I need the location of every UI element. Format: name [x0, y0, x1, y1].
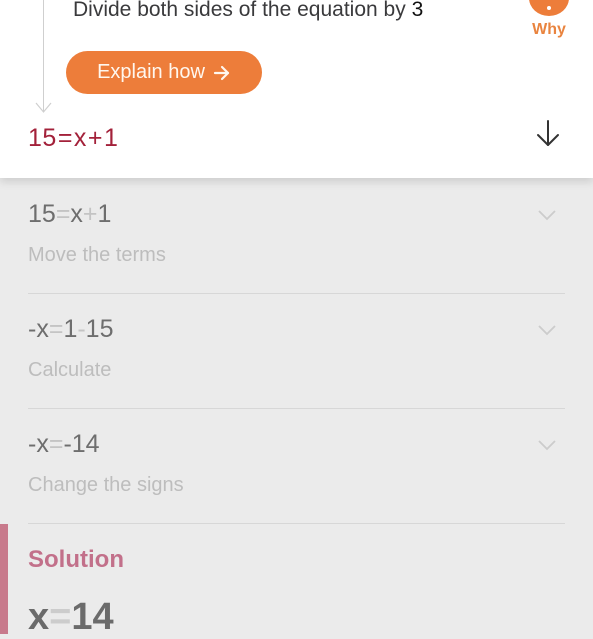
eq-part: -14 — [63, 430, 100, 458]
eq-equals: = — [57, 124, 73, 152]
step-equation: 15=x+1 — [28, 200, 111, 229]
eq-part: x — [70, 200, 83, 228]
eq-part: = — [48, 430, 64, 458]
flow-arrow-icon — [35, 102, 52, 113]
eq-part: 1 — [63, 315, 78, 343]
current-step-card: Divide both sides of the equation by 3 W… — [0, 0, 593, 178]
current-equation: 15=x+1 — [28, 124, 118, 153]
explain-how-button[interactable]: Explain how — [66, 51, 262, 94]
eq-part: + — [82, 200, 98, 228]
eq-part: = — [48, 315, 64, 343]
step-item[interactable]: 15=x+1 Move the terms — [28, 178, 565, 294]
info-icon — [529, 0, 569, 16]
eq-part: 15 — [85, 315, 114, 343]
solution-left: x — [28, 596, 50, 638]
eq-right: 1 — [104, 124, 119, 152]
step-flow-line — [43, 0, 44, 112]
chevron-down-icon[interactable] — [537, 208, 557, 222]
solution-right: 14 — [71, 596, 114, 638]
step-description: Move the terms — [28, 244, 166, 266]
why-label: Why — [532, 21, 566, 38]
eq-part: 1 — [97, 200, 112, 228]
eq-var: x — [73, 124, 87, 152]
eq-left: 15 — [28, 124, 57, 152]
instruction-text: Divide both sides of the equation by — [73, 0, 412, 21]
chevron-down-icon[interactable] — [537, 323, 557, 337]
eq-part: -x — [28, 430, 49, 458]
arrow-right-icon — [213, 65, 230, 80]
step-equation: -x=1-15 — [28, 315, 113, 344]
step-item[interactable]: -x=-14 Change the signs — [28, 408, 565, 524]
chevron-down-icon[interactable] — [537, 438, 557, 452]
solution-equation: x=14 — [28, 596, 114, 639]
step-description: Calculate — [28, 359, 112, 381]
step-instruction: Divide both sides of the equation by 3 — [73, 0, 423, 22]
solution-title: Solution — [28, 546, 124, 573]
arrow-down-icon[interactable] — [535, 118, 561, 148]
step-equation: -x=-14 — [28, 430, 100, 459]
solution-equals: = — [49, 596, 72, 638]
why-button[interactable]: Why — [527, 0, 571, 39]
solution-accent-bar — [0, 524, 8, 634]
eq-part: = — [55, 200, 71, 228]
eq-op: + — [87, 124, 104, 152]
step-description: Change the signs — [28, 474, 184, 496]
step-item[interactable]: -x=1-15 Calculate — [28, 293, 565, 409]
eq-part: 15 — [28, 200, 56, 228]
explain-how-label: Explain how — [97, 61, 205, 83]
eq-part: - — [77, 315, 86, 343]
eq-part: -x — [28, 315, 49, 343]
instruction-number: 3 — [411, 0, 424, 21]
